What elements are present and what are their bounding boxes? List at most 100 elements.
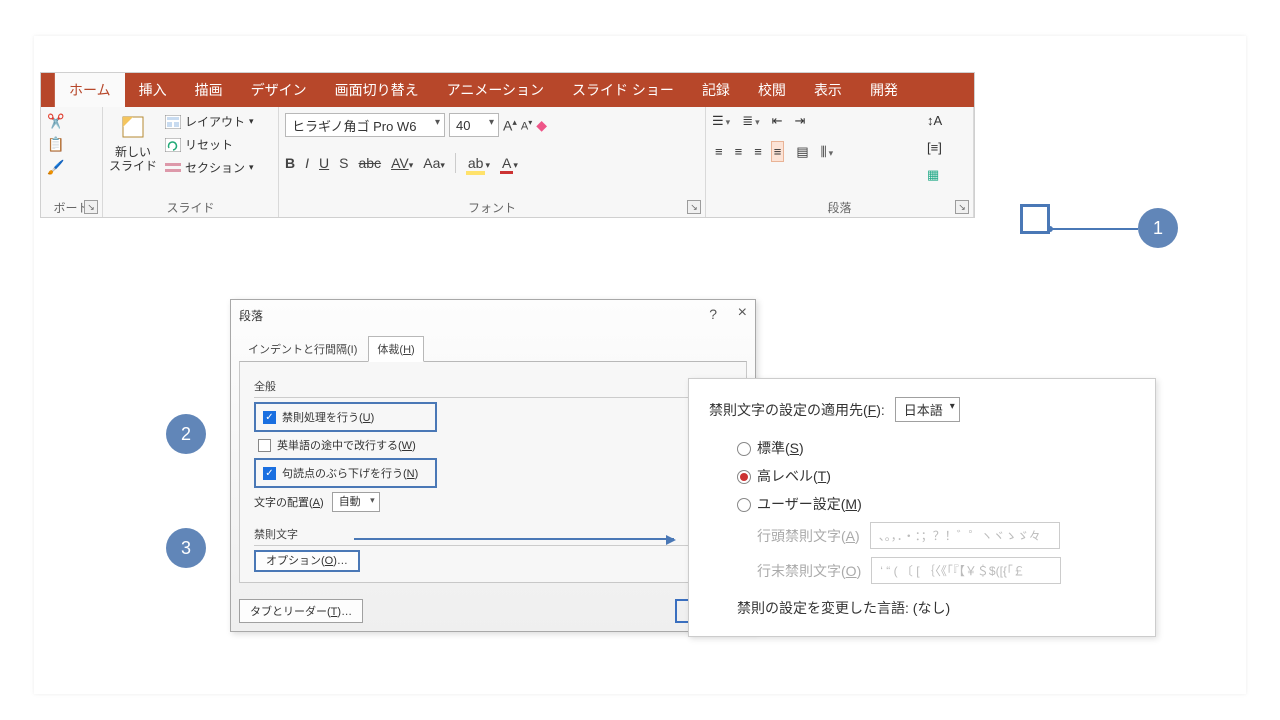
cut-icon[interactable]: ✂️	[47, 113, 64, 130]
tab-insert[interactable]: 挿入	[125, 73, 181, 107]
distribute-icon[interactable]: ▤	[796, 144, 808, 160]
group-font: ヒラギノ角ゴ Pro W6 40 A▴ A▾ ◆ B I U S	[279, 107, 706, 217]
dialog-tab-layout[interactable]: 体裁(H)	[368, 336, 423, 362]
columns-icon[interactable]: ⫼	[821, 144, 834, 160]
decrease-indent-icon[interactable]: ⇤	[772, 113, 783, 129]
wrap-latin-checkbox[interactable]: 英単語の途中で改行する(W)	[254, 434, 732, 456]
font-size-value: 40	[456, 118, 470, 133]
callout-connector-3	[354, 538, 674, 540]
reset-button[interactable]: リセット	[165, 136, 254, 153]
tab-design[interactable]: デザイン	[237, 73, 321, 107]
font-launcher-icon[interactable]: ↘	[687, 200, 701, 214]
text-align-select[interactable]: 自動	[332, 492, 380, 512]
layout-button[interactable]: レイアウト▾	[165, 113, 254, 130]
kinsoku-options-panel: 禁則文字の設定の適用先(F): 日本語 標準(S) 高レベル(T) ユーザー設定…	[688, 378, 1156, 637]
lead-chars-label: 行頭禁則文字(A)	[757, 526, 860, 546]
tab-animation[interactable]: アニメーション	[433, 73, 558, 107]
highlight-button[interactable]: ab▾	[466, 155, 490, 171]
group-slides: 新しい スライド レイアウト▾ リセット セクション	[103, 107, 279, 217]
align-center-icon[interactable]: ≡	[732, 141, 746, 162]
char-spacing-button[interactable]: AV▾	[391, 155, 413, 171]
increase-indent-icon[interactable]: ⇥	[795, 113, 806, 129]
tab-developer[interactable]: 開発	[856, 73, 912, 107]
kinsoku-checkbox[interactable]: 禁則処理を行う(U)	[259, 406, 432, 428]
checkbox-icon	[258, 439, 271, 452]
tab-view[interactable]: 表示	[800, 73, 856, 107]
reset-label: リセット	[185, 136, 233, 153]
clear-format-icon[interactable]: ◆	[536, 117, 547, 134]
tab-slideshow[interactable]: スライド ショー	[558, 73, 688, 107]
layout-icon	[165, 115, 181, 129]
dialog-help-icon[interactable]: ?	[709, 306, 717, 322]
text-direction-icon[interactable]: ↕A	[927, 113, 967, 128]
trail-chars-label: 行末禁則文字(O)	[757, 561, 861, 581]
tabs-leader-button[interactable]: タブとリーダー(T)…	[239, 599, 363, 623]
copy-icon[interactable]: 📋	[47, 136, 64, 153]
format-painter-icon[interactable]: 🖌️	[47, 159, 64, 176]
section-button[interactable]: セクション▾	[165, 159, 254, 176]
layout-label: レイアウト	[185, 113, 245, 130]
group-slides-label: スライド	[166, 201, 214, 215]
italic-button[interactable]: I	[305, 155, 309, 171]
font-name-combo[interactable]: ヒラギノ角ゴ Pro W6	[285, 113, 445, 137]
apply-to-label: 禁則文字の設定の適用先(F):	[709, 400, 885, 420]
bullets-icon[interactable]: ☰	[712, 113, 730, 129]
align-justify-icon[interactable]: ≡	[771, 141, 785, 162]
shadow-button[interactable]: S	[339, 155, 348, 171]
hanging-checkbox-highlight: 句読点のぶら下げを行う(N)	[254, 458, 437, 488]
tab-transition[interactable]: 画面切り替え	[321, 73, 433, 107]
font-color-button[interactable]: A▾	[500, 155, 518, 171]
callout-connector-1	[1050, 228, 1138, 230]
trail-chars-field: ‘ “ ( 〔 [ ｛〈《「『【￥＄$([{｢￡	[871, 557, 1061, 584]
lead-chars-field: 、。，．・：；？！゛゜ヽヾゝゞ々	[870, 522, 1060, 549]
align-right-icon[interactable]: ≡	[751, 141, 765, 162]
radio-icon	[737, 498, 751, 512]
group-paragraph-label: 段落	[827, 201, 851, 215]
dialog-tab-indent[interactable]: インデントと行間隔(I)	[239, 336, 366, 362]
group-clipboard: ✂️ 📋 🖌️ ボード ↘	[41, 107, 103, 217]
dialog-title: 段落	[239, 307, 263, 324]
change-case-button[interactable]: Aa▾	[423, 155, 445, 171]
tab-draw[interactable]: 描画	[181, 73, 237, 107]
font-size-combo[interactable]: 40	[449, 113, 499, 137]
callout-marker-2: 2	[166, 414, 206, 454]
smartart-icon[interactable]: ▦	[927, 167, 967, 183]
file-tab-stub[interactable]	[41, 73, 55, 107]
new-slide-icon	[119, 113, 147, 141]
options-button[interactable]: オプション(O)…	[254, 550, 360, 572]
text-align-value: 自動	[339, 496, 361, 508]
align-left-icon[interactable]: ≡	[712, 141, 726, 162]
dialog-close-icon[interactable]: ×	[738, 304, 747, 322]
bold-button[interactable]: B	[285, 155, 295, 171]
shrink-font-icon[interactable]: A▾	[521, 118, 532, 133]
new-slide-button[interactable]: 新しい スライド	[109, 113, 157, 174]
align-text-icon[interactable]: [≡]	[927, 140, 967, 155]
paragraph-launcher-icon[interactable]: ↘	[955, 200, 969, 214]
section-icon	[165, 161, 181, 175]
group-paragraph: ☰ ≣ ⇤ ⇥ ≡ ≡ ≡ ≡ ▤	[706, 107, 974, 217]
language-select[interactable]: 日本語	[895, 397, 960, 422]
language-value: 日本語	[904, 403, 943, 418]
changed-languages-label: 禁則の設定を変更した言語: (なし)	[737, 598, 1135, 618]
underline-button[interactable]: U	[319, 155, 329, 171]
ribbon: ホーム 挿入 描画 デザイン 画面切り替え アニメーション スライド ショー 記…	[40, 72, 975, 218]
grow-font-icon[interactable]: A▴	[503, 117, 517, 134]
radio-icon	[737, 442, 751, 456]
tab-review[interactable]: 校閲	[744, 73, 800, 107]
radio-custom[interactable]: ユーザー設定(M)	[737, 494, 1135, 514]
numbering-icon[interactable]: ≣	[742, 113, 759, 129]
ribbon-tabs: ホーム 挿入 描画 デザイン 画面切り替え アニメーション スライド ショー 記…	[41, 73, 974, 107]
radio-high[interactable]: 高レベル(T)	[737, 466, 1135, 486]
checkbox-icon	[263, 411, 276, 424]
tab-record[interactable]: 記録	[688, 73, 744, 107]
tab-home[interactable]: ホーム	[55, 73, 125, 107]
paragraph-dialog: 段落 ? × インデントと行間隔(I) 体裁(H) 全般 禁則処理を行う(U)	[230, 299, 756, 632]
reset-icon	[165, 138, 181, 152]
strike-button[interactable]: abc	[358, 155, 381, 171]
radio-standard[interactable]: 標準(S)	[737, 438, 1135, 458]
hanging-punct-checkbox[interactable]: 句読点のぶら下げを行う(N)	[259, 462, 432, 484]
section-label: セクション	[185, 159, 245, 176]
checkbox-icon	[263, 467, 276, 480]
callout-marker-1: 1	[1138, 208, 1178, 248]
clipboard-launcher-icon[interactable]: ↘	[84, 200, 98, 214]
